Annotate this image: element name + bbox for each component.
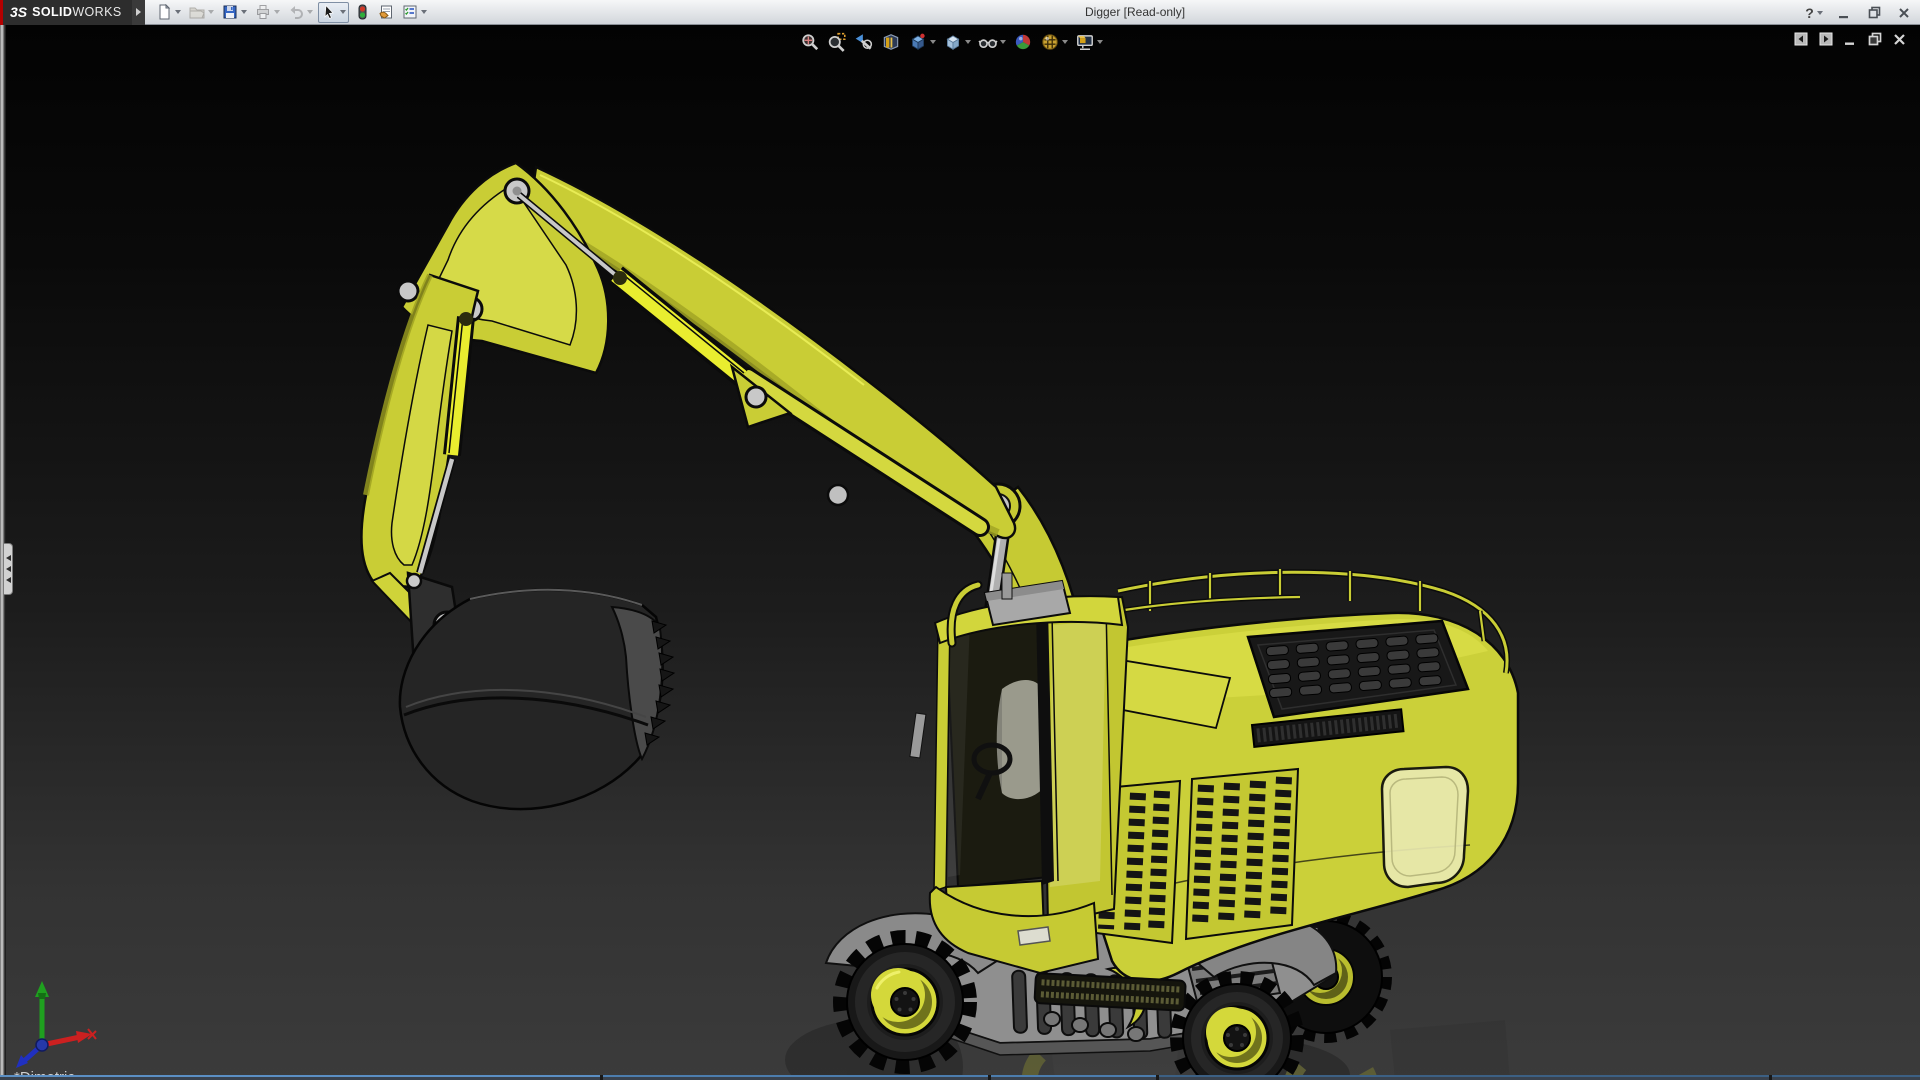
close-icon (1899, 7, 1909, 18)
dropdown-arrow-icon (208, 10, 214, 14)
reference-triad[interactable] (8, 977, 118, 1072)
dropdown-arrow-icon (274, 10, 280, 14)
status-bar-edge (0, 1075, 1920, 1080)
status-segment (1159, 1075, 1769, 1080)
left-arrow-icon (5, 566, 11, 572)
close-button[interactable] (1894, 3, 1914, 23)
doc-restore-icon[interactable] (1868, 32, 1882, 46)
display-style-icon (946, 35, 960, 51)
print-button[interactable] (252, 2, 283, 23)
status-segment (1772, 1075, 1920, 1080)
zoom-to-fit-button[interactable] (798, 30, 822, 54)
dropdown-arrow-icon (307, 10, 313, 14)
restore-button[interactable] (1864, 3, 1884, 23)
display-style-button[interactable] (941, 30, 973, 54)
front-mesh (1033, 972, 1187, 1012)
options-button[interactable] (399, 2, 430, 23)
file-properties-icon (379, 5, 392, 19)
logo-accent-stripe (0, 0, 3, 25)
status-segment (991, 1075, 1156, 1080)
quick-access-toolbar (153, 1, 430, 23)
previous-view-button[interactable] (852, 30, 876, 54)
doc-close-icon[interactable] (1893, 33, 1906, 46)
dropdown-arrow-icon[interactable] (340, 10, 346, 14)
dropdown-arrow-icon[interactable] (421, 10, 427, 14)
open-button[interactable] (186, 2, 217, 23)
doc-minimize-icon[interactable] (1844, 33, 1857, 46)
dropdown-arrow-icon[interactable] (175, 10, 181, 14)
status-segment (0, 1075, 600, 1080)
status-segment (603, 1075, 988, 1080)
dropdown-arrow-icon[interactable] (930, 40, 936, 44)
edit-appearance-icon (1015, 34, 1031, 50)
section-view-button[interactable] (879, 30, 903, 54)
edit-appearance-button[interactable] (1011, 30, 1035, 54)
front-light (1017, 926, 1051, 946)
help-icon: ? (1805, 4, 1814, 21)
document-window-controls (1794, 32, 1906, 46)
bucket[interactable] (398, 588, 676, 811)
new-document-icon (159, 4, 171, 20)
print-icon (257, 5, 269, 19)
cab[interactable] (909, 572, 1130, 975)
left-arrow-icon (5, 577, 11, 583)
side-handle (909, 712, 927, 759)
pane-left-icon[interactable] (1794, 32, 1808, 46)
solidworks-window: 3S SOLIDWORKS Digger [Read-only] ? (0, 0, 1920, 1080)
window-controls: ? (1804, 0, 1914, 25)
view-settings-icon (1077, 35, 1093, 50)
solidworks-logo: 3S SOLIDWORKS (0, 0, 132, 25)
file-properties-button[interactable] (375, 2, 397, 23)
view-orientation-icon (911, 33, 925, 51)
view-orientation-button[interactable] (906, 30, 938, 54)
dropdown-arrow-icon[interactable] (1062, 40, 1068, 44)
solidworks-wordmark: SOLIDWORKS (32, 5, 122, 19)
new-document-button[interactable] (153, 2, 184, 23)
minimize-icon (1839, 15, 1848, 18)
save-icon (223, 5, 237, 19)
open-icon (189, 7, 205, 19)
left-arrow-icon (5, 555, 11, 561)
restore-icon (1868, 6, 1880, 19)
hide-show-items-button[interactable] (976, 30, 1008, 54)
heads-up-view-toolbar (798, 30, 1105, 54)
undo-button[interactable] (285, 2, 316, 23)
exhaust-stack (1001, 572, 1013, 600)
right-arrow-icon (136, 8, 141, 16)
excavator-model[interactable] (0, 25, 1920, 1080)
zoom-to-fit-icon (802, 34, 819, 51)
select-button[interactable] (318, 1, 349, 23)
dropdown-arrow-icon[interactable] (241, 10, 247, 14)
hide-show-items-icon (978, 39, 998, 49)
louver-panel-right (1184, 767, 1300, 941)
undo-icon (290, 6, 303, 19)
save-button[interactable] (219, 2, 250, 23)
previous-view-icon (855, 34, 873, 50)
zoom-to-area-button[interactable] (825, 30, 849, 54)
ds-logo-mark: 3S (10, 4, 28, 20)
rebuild-traffic-light-icon (358, 4, 367, 20)
apply-scene-button[interactable] (1038, 30, 1070, 54)
apply-scene-icon (1042, 34, 1058, 50)
options-icon (403, 5, 417, 19)
a-pillar (933, 617, 951, 893)
section-view-icon (883, 34, 899, 50)
dropdown-arrow-icon[interactable] (965, 40, 971, 44)
title-bar: 3S SOLIDWORKS Digger [Read-only] ? (0, 0, 1920, 25)
help-button[interactable]: ? (1804, 3, 1824, 23)
dropdown-arrow-icon[interactable] (1816, 10, 1823, 15)
dropdown-arrow-icon[interactable] (1000, 40, 1006, 44)
menu-expand-arrow[interactable] (132, 0, 145, 25)
minimize-button[interactable] (1834, 3, 1854, 23)
select-cursor-icon (324, 4, 334, 19)
panel-expand-handle[interactable] (4, 543, 13, 595)
pane-right-icon[interactable] (1819, 32, 1833, 46)
dropdown-arrow-icon[interactable] (1097, 40, 1103, 44)
zoom-to-area-icon (828, 32, 846, 52)
document-title: Digger [Read-only] (1085, 5, 1186, 19)
rebuild-button[interactable] (351, 2, 373, 23)
graphics-viewport[interactable]: *Dimetric (0, 25, 1920, 1080)
view-settings-button[interactable] (1073, 30, 1105, 54)
